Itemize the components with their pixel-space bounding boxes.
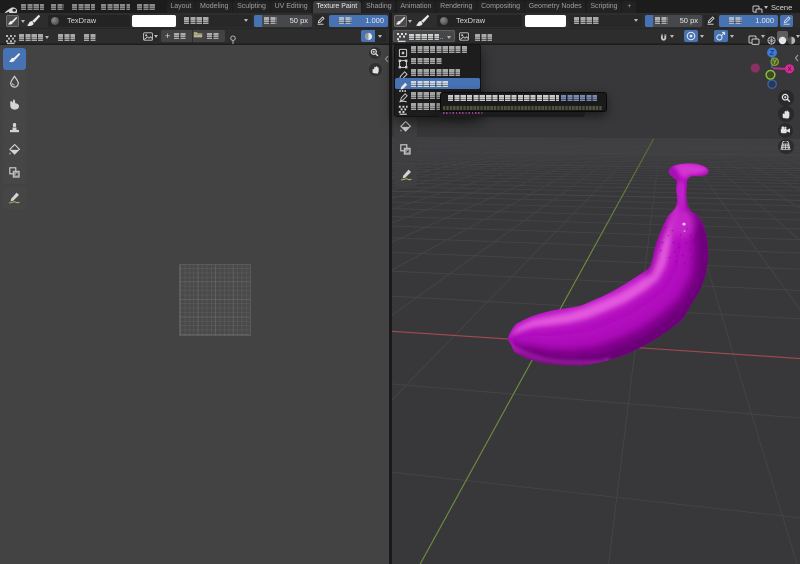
svg-text:Y: Y xyxy=(772,60,776,66)
svg-text:Z: Z xyxy=(769,50,774,57)
svg-text:X: X xyxy=(787,66,792,73)
